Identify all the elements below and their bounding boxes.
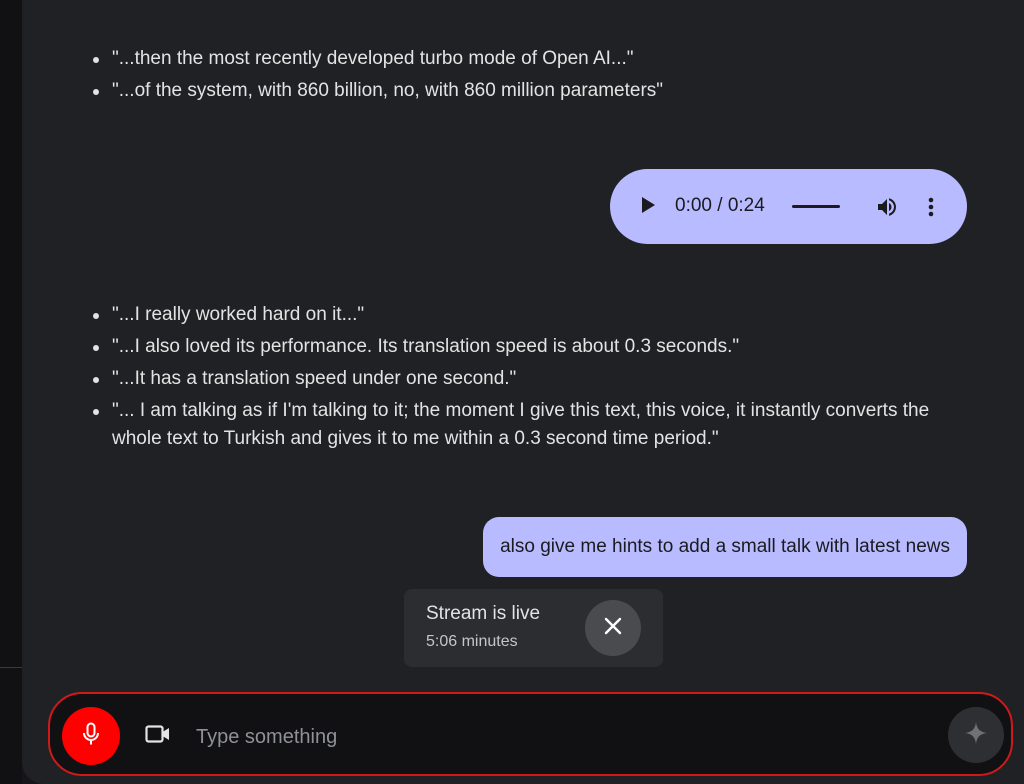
list-item: "... I am talking as if I'm talking to i… (90, 397, 952, 453)
close-stream-button[interactable] (585, 600, 641, 656)
stream-duration: 5:06 minutes (426, 633, 518, 650)
divider (0, 667, 22, 668)
list-item: "...of the system, with 860 billion, no,… (90, 77, 952, 105)
camera-button[interactable] (144, 722, 172, 750)
list-item: "...I also loved its performance. Its tr… (90, 333, 952, 361)
list-item: "...then the most recently developed tur… (90, 45, 952, 73)
audio-player: 0:00 / 0:24 (610, 169, 967, 244)
mic-button[interactable] (62, 707, 120, 765)
message-input[interactable] (194, 720, 848, 754)
stream-status-title: Stream is live (426, 603, 541, 624)
list-item: "...It has a translation speed under one… (90, 365, 952, 393)
message-input-bar (48, 692, 1013, 776)
list-item: "...I really worked hard on it..." (90, 301, 952, 329)
left-rail (0, 0, 22, 784)
audio-time: 0:00 / 0:24 (675, 195, 765, 216)
user-message-bubble: also give me hints to add a small talk w… (483, 517, 967, 577)
stream-live-toast: Stream is live 5:06 minutes (404, 589, 663, 667)
more-vert-icon[interactable] (926, 195, 936, 224)
audio-progress-track[interactable] (792, 205, 840, 208)
volume-icon[interactable] (875, 195, 899, 224)
mic-icon (82, 722, 100, 751)
play-icon[interactable] (640, 196, 656, 219)
sparkle-icon (964, 721, 988, 750)
send-button[interactable] (948, 707, 1004, 763)
close-icon (603, 616, 623, 641)
transcript-list-2: "...I really worked hard on it..." "...I… (90, 301, 952, 457)
videocam-icon (145, 724, 171, 749)
transcript-list-1: "...then the most recently developed tur… (90, 45, 952, 109)
